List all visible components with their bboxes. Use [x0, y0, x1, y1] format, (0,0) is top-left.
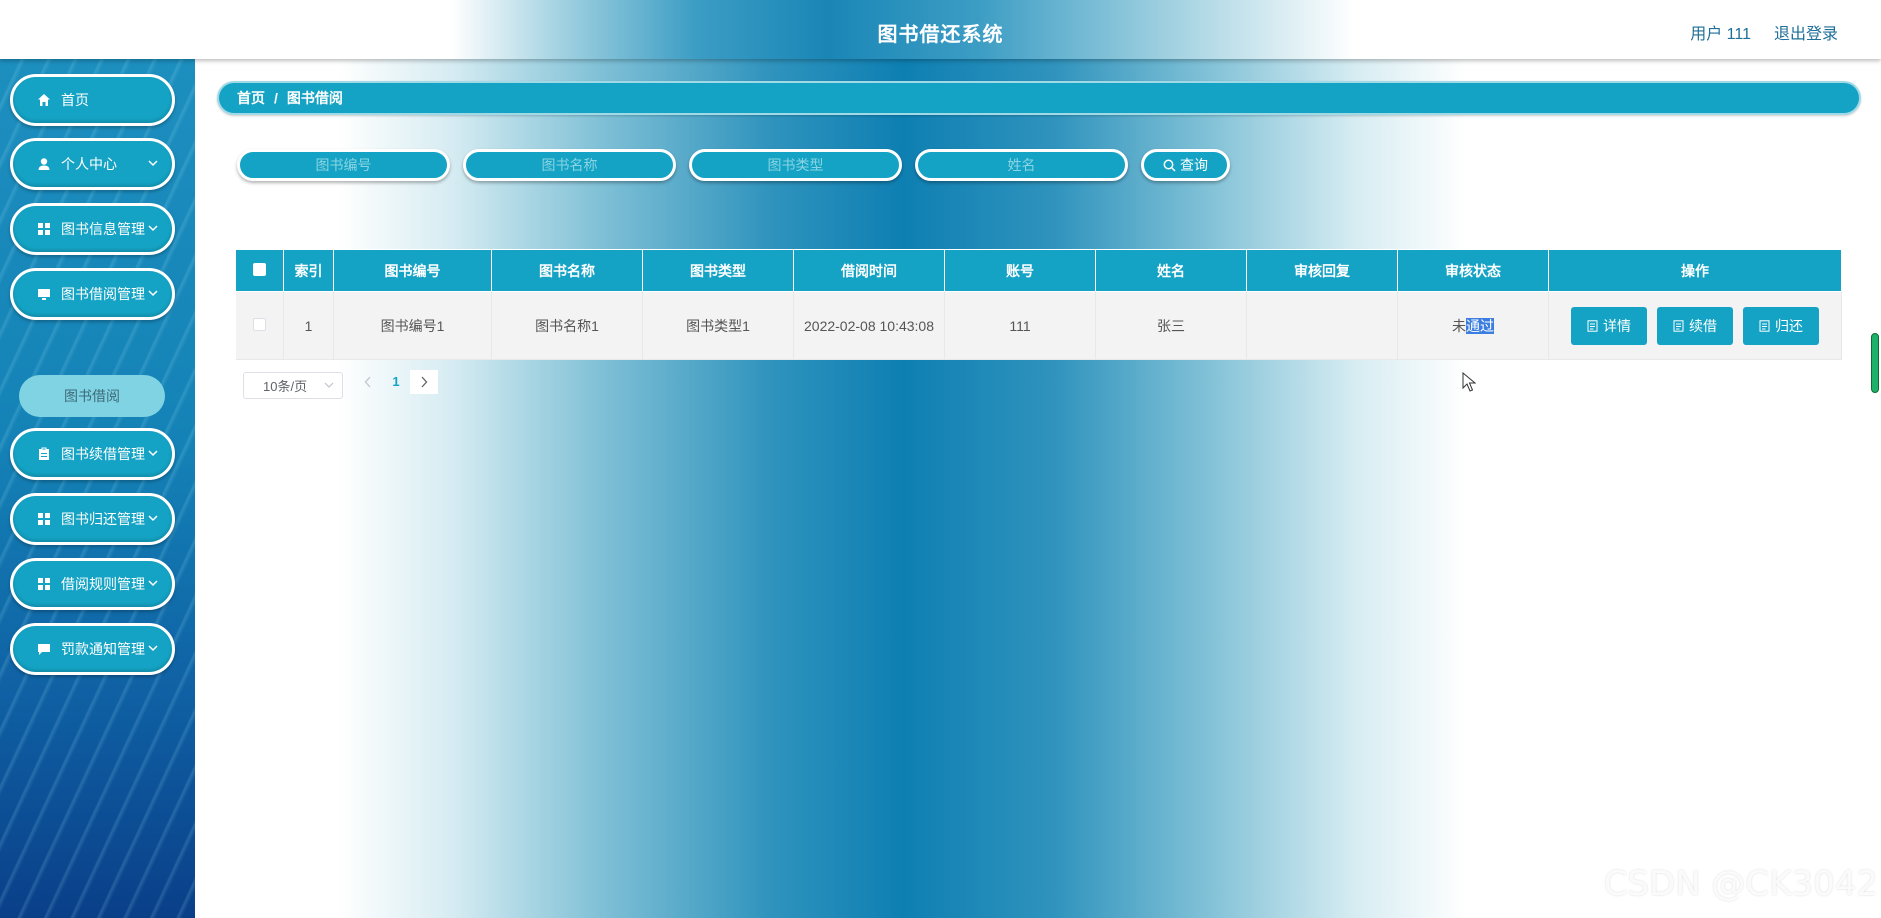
cell-account: 111: [944, 291, 1096, 360]
chevron-left-icon: [364, 376, 371, 388]
column-header: 索引: [283, 249, 334, 292]
watermark: CSDN @CK3042: [1603, 864, 1878, 904]
sidebar-item-borrow-rules[interactable]: 借阅规则管理: [10, 558, 175, 610]
sidebar: 首页 个人中心 图书信息管理 图书借阅管理 图书借阅 图书续借管理 图书归还管理…: [0, 59, 195, 918]
sidebar-item-personal-center[interactable]: 个人中心: [10, 138, 175, 190]
column-header: 账号: [944, 249, 1096, 292]
select-all-checkbox[interactable]: [253, 262, 266, 276]
status-text-selected: 通过: [1466, 317, 1494, 334]
status-text: 未: [1452, 317, 1466, 334]
sidebar-item-book-borrow[interactable]: 图书借阅管理: [10, 268, 175, 320]
detail-button-label: 详情: [1603, 317, 1631, 334]
logout-link[interactable]: 退出登录: [1774, 20, 1838, 44]
document-icon: [1587, 319, 1598, 332]
sidebar-item-label: 图书信息管理: [61, 221, 145, 237]
page-number[interactable]: 1: [382, 370, 410, 394]
name-input[interactable]: [915, 149, 1128, 181]
cell-review-status: 未通过: [1397, 291, 1549, 360]
sidebar-item-book-renew[interactable]: 图书续借管理: [10, 428, 175, 480]
sidebar-item-label: 借阅规则管理: [61, 576, 145, 592]
sidebar-item-label: 图书归还管理: [61, 511, 145, 527]
chevron-down-icon: [148, 225, 158, 232]
page-size-value: 10条/页: [263, 379, 308, 394]
grid-icon: [38, 223, 50, 235]
chevron-down-icon: [148, 515, 158, 522]
renew-button-label: 续借: [1689, 317, 1717, 334]
chevron-up-icon: [148, 290, 158, 297]
sidebar-item-book-return[interactable]: 图书归还管理: [10, 493, 175, 545]
page-scrollbar[interactable]: [1871, 333, 1879, 393]
breadcrumb-home[interactable]: 首页: [237, 88, 265, 108]
sidebar-item-home[interactable]: 首页: [10, 74, 175, 126]
pagination: 1: [354, 370, 438, 394]
column-header: 图书编号: [333, 249, 492, 292]
grid-icon: [38, 578, 50, 590]
document-icon: [1673, 319, 1684, 332]
sidebar-item-label: 图书借阅管理: [61, 286, 145, 302]
current-user: 用户 111: [1690, 26, 1751, 43]
chevron-down-icon: [148, 450, 158, 457]
chevron-down-icon: [148, 580, 158, 587]
chevron-down-icon: [324, 382, 334, 388]
detail-button[interactable]: 详情: [1571, 306, 1647, 345]
next-page-button[interactable]: [410, 370, 438, 394]
book-number-input[interactable]: [237, 149, 450, 181]
return-button[interactable]: 归还: [1743, 306, 1819, 345]
column-header: 审核状态: [1397, 249, 1549, 292]
borrow-time-text: 2022-02-08 10:43:08: [804, 317, 934, 334]
book-type-input[interactable]: [689, 149, 902, 181]
renew-button[interactable]: 续借: [1657, 306, 1733, 345]
search-button-label: 查询: [1180, 157, 1208, 173]
column-header: 图书名称: [491, 249, 643, 292]
column-header: 借阅时间: [793, 249, 945, 292]
column-header: 图书类型: [642, 249, 794, 292]
cell-actions: 详情 续借 归还: [1548, 291, 1842, 360]
app-title: 图书借还系统: [877, 24, 1004, 46]
prev-page-button[interactable]: [354, 370, 382, 394]
column-header: 审核回复: [1246, 249, 1398, 292]
monitor-icon: [38, 289, 50, 300]
sidebar-item-label: 个人中心: [61, 156, 117, 172]
mouse-cursor-icon: [1462, 372, 1476, 392]
column-header: 操作: [1548, 249, 1842, 292]
sidebar-item-label: 图书续借管理: [61, 446, 145, 462]
cell-book-name: 图书名称1: [491, 291, 643, 360]
top-bar: 图书借还系统 用户 111 退出登录: [0, 0, 1881, 59]
sidebar-item-label: 罚款通知管理: [61, 641, 145, 657]
row-select-cell: [235, 291, 284, 360]
user-icon: [38, 158, 50, 170]
breadcrumb: 首页 / 图书借阅: [217, 81, 1861, 115]
page-size-select[interactable]: 10条/页: [243, 372, 343, 399]
book-name-input[interactable]: [463, 149, 676, 181]
chevron-down-icon: [148, 160, 158, 167]
cell-book-type: 图书类型1: [642, 291, 794, 360]
submenu-item-book-borrow[interactable]: 图书借阅: [19, 375, 165, 417]
cell-book-number: 图书编号1: [333, 291, 492, 360]
cell-review-reply: [1246, 291, 1398, 360]
document-icon: [1759, 319, 1770, 332]
cell-borrow-time: 2022-02-08 10:43:08: [793, 291, 945, 360]
return-button-label: 归还: [1775, 317, 1803, 334]
cell-index: 1: [283, 291, 334, 360]
chevron-down-icon: [148, 645, 158, 652]
sidebar-item-book-info[interactable]: 图书信息管理: [10, 203, 175, 255]
table-row: 1 图书编号1 图书名称1 图书类型1 2022-02-08 10:43:08 …: [235, 291, 1842, 360]
select-all-cell: [235, 249, 284, 292]
table-header-row: 索引 图书编号 图书名称 图书类型 借阅时间 账号 姓名 审核回复 审核状态 操…: [235, 249, 1842, 292]
search-icon: [1163, 159, 1176, 172]
home-icon: [38, 94, 50, 106]
borrow-table: 索引 图书编号 图书名称 图书类型 借阅时间 账号 姓名 审核回复 审核状态 操…: [235, 249, 1842, 360]
chat-icon: [38, 644, 50, 655]
cell-name: 张三: [1095, 291, 1247, 360]
breadcrumb-current: 图书借阅: [286, 90, 343, 106]
column-header: 姓名: [1095, 249, 1247, 292]
grid-icon: [38, 513, 50, 525]
sidebar-item-label: 首页: [61, 92, 89, 108]
search-button[interactable]: 查询: [1141, 149, 1230, 181]
breadcrumb-separator: /: [274, 90, 278, 106]
row-checkbox[interactable]: [252, 317, 266, 331]
sidebar-item-fine-notice[interactable]: 罚款通知管理: [10, 623, 175, 675]
chevron-right-icon: [421, 376, 428, 388]
clipboard-icon: [39, 447, 49, 460]
